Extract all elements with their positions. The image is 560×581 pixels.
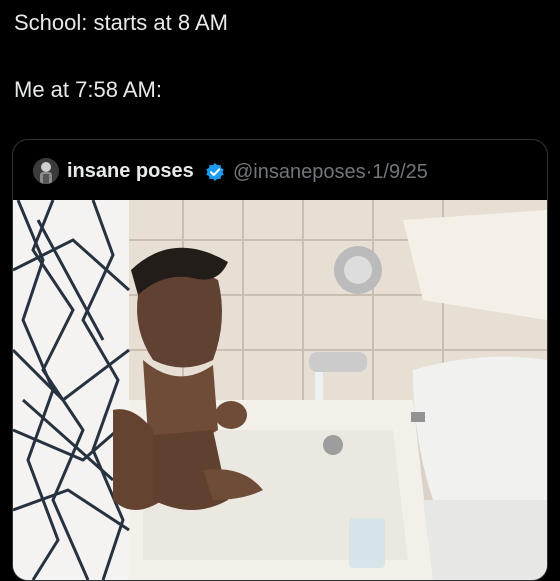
verified-badge-icon [205,162,225,182]
quoted-photo[interactable] [13,200,547,580]
post-text-line-2: Me at 7:58 AM: [14,77,162,102]
avatar[interactable] [33,158,59,184]
quoted-handle[interactable]: @insaneposes [233,161,366,183]
quoted-handle-and-date[interactable]: @insaneposes·1/9/25 [233,161,428,184]
quoted-display-name[interactable]: insane poses [67,160,194,183]
quoted-post-header: insane poses @insaneposes·1/9/25 [13,140,547,200]
quoted-post-card[interactable]: insane poses @insaneposes·1/9/25 [12,139,548,581]
post-text-line-1: School: starts at 8 AM [14,10,228,35]
quoted-date[interactable]: 1/9/25 [372,161,428,183]
